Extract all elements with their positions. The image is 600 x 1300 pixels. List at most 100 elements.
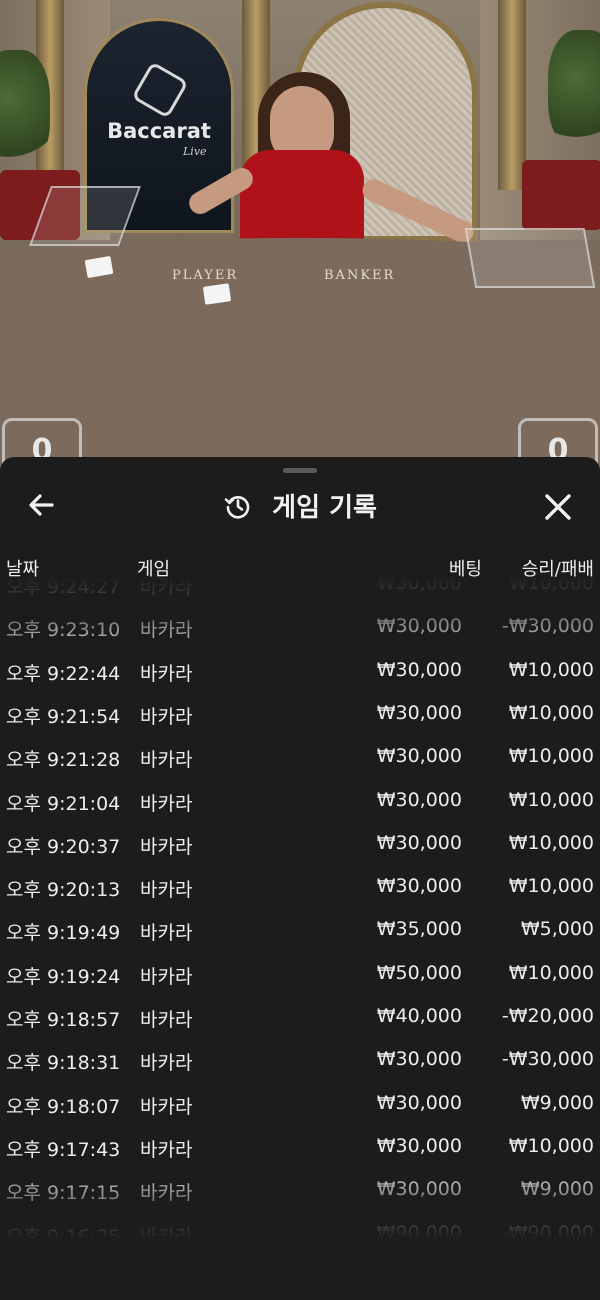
discard-tray: [464, 228, 596, 288]
history-row: 오후 9:19:49 바카라 ₩35,000 ₩5,000: [0, 910, 600, 950]
row-time: 오후 9:21:04: [6, 792, 121, 815]
history-row: 오후 9:20:13 바카라 ₩30,000 ₩10,000: [0, 867, 600, 907]
row-game: 바카라: [140, 662, 193, 685]
drag-handle[interactable]: [283, 468, 317, 473]
row-game: 바카라: [140, 1225, 193, 1248]
history-row: 오후 9:23:10 바카라 ₩30,000 -₩30,000: [0, 607, 600, 647]
logo-subtext: Live: [183, 145, 207, 158]
row-bet: ₩30,000: [376, 658, 462, 681]
history-row: 오후 9:18:07 바카라 ₩30,000 ₩9,000: [0, 1084, 600, 1124]
row-game: 바카라: [140, 792, 193, 815]
row-result: ₩10,000: [508, 577, 594, 594]
row-time: 오후 9:19:24: [6, 965, 121, 988]
history-list[interactable]: 오후 9:24:27 바카라 ₩30,000 ₩10,000 오후 9:23:10 바카라…: [0, 577, 600, 1257]
row-bet: ₩30,000: [376, 1091, 462, 1114]
history-row: 오후 9:19:24 바카라 ₩50,000 ₩10,000: [0, 954, 600, 994]
sheet-header: 게임 기록: [0, 479, 600, 533]
row-game: 바카라: [140, 922, 193, 945]
row-time: 오후 9:17:43: [6, 1138, 121, 1161]
row-result: ₩9,000: [520, 1178, 594, 1201]
gold-column: [498, 0, 526, 190]
history-row: 오후 9:21:54 바카라 ₩30,000 ₩10,000: [0, 694, 600, 734]
row-result: -₩30,000: [501, 1048, 594, 1071]
baccarat-logo-icon: [131, 61, 189, 119]
row-time: 오후 9:16:25: [6, 1225, 121, 1248]
player-label: PLAYER: [172, 268, 239, 283]
row-bet: ₩30,000: [376, 1134, 462, 1157]
row-bet: ₩30,000: [376, 788, 462, 811]
history-row: 오후 9:16:25 바카라 ₩90,000 -₩90,000: [0, 1214, 600, 1254]
row-bet: ₩30,000: [376, 875, 462, 898]
plant-decoration: [548, 30, 600, 150]
game-history-sheet: 게임 기록 날짜 게임 베팅 승리/패배 오후 9:24:27 바카라 ₩30,00…: [0, 457, 600, 1300]
row-game: 바카라: [140, 965, 193, 988]
row-game: 바카라: [140, 749, 193, 772]
row-bet: ₩30,000: [376, 701, 462, 724]
row-result: -₩20,000: [501, 1005, 594, 1027]
row-result: ₩5,000: [520, 918, 594, 941]
row-result: ₩10,000: [508, 701, 594, 724]
row-bet: ₩50,000: [376, 961, 462, 984]
row-bet: ₩30,000: [376, 1048, 462, 1071]
row-game: 바카라: [140, 879, 193, 902]
row-time: 오후 9:18:31: [6, 1052, 121, 1075]
row-time: 오후 9:24:27: [6, 577, 121, 598]
row-time: 오후 9:21:28: [6, 749, 121, 772]
row-bet: ₩40,000: [376, 1005, 462, 1027]
row-bet: ₩30,000: [376, 831, 462, 854]
row-game: 바카라: [140, 1052, 193, 1075]
row-game: 바카라: [140, 1095, 193, 1118]
history-row: 오후 9:24:27 바카라 ₩30,000 ₩10,000: [0, 577, 600, 604]
history-row: 오후 9:17:43 바카라 ₩30,000 ₩10,000: [0, 1127, 600, 1167]
row-bet: ₩90,000: [376, 1221, 462, 1244]
row-result: -₩30,000: [501, 615, 594, 638]
row-time: 오후 9:19:49: [6, 922, 121, 945]
row-game: 바카라: [140, 577, 193, 598]
row-time: 오후 9:20:13: [6, 879, 121, 902]
row-time: 오후 9:18:07: [6, 1095, 121, 1118]
row-time: 오후 9:20:37: [6, 835, 121, 858]
row-time: 오후 9:18:57: [6, 1009, 121, 1031]
row-result: ₩10,000: [508, 788, 594, 811]
red-chair: [522, 160, 600, 230]
close-button[interactable]: [538, 487, 578, 527]
row-result: ₩10,000: [508, 1134, 594, 1157]
row-result: ₩10,000: [508, 658, 594, 681]
history-row: 오후 9:22:44 바카라 ₩30,000 ₩10,000: [0, 651, 600, 691]
row-time: 오후 9:21:54: [6, 705, 121, 728]
history-row: 오후 9:18:57 바카라 ₩40,000 -₩20,000: [0, 997, 600, 1037]
row-time: 오후 9:22:44: [6, 662, 121, 685]
row-game: 바카라: [140, 619, 193, 642]
plant-decoration: [0, 50, 50, 170]
row-result: ₩10,000: [508, 961, 594, 984]
history-icon: [224, 495, 250, 519]
history-row: 오후 9:18:31 바카라 ₩30,000 -₩30,000: [0, 1040, 600, 1080]
playing-card: [202, 283, 232, 305]
row-result: -₩90,000: [501, 1221, 594, 1244]
history-row: 오후 9:21:04 바카라 ₩30,000 ₩10,000: [0, 781, 600, 821]
row-result: ₩10,000: [508, 745, 594, 768]
sheet-title: 게임 기록: [272, 493, 377, 523]
row-result: ₩9,000: [520, 1091, 594, 1114]
close-icon: [545, 494, 571, 520]
row-result: ₩10,000: [508, 875, 594, 898]
row-game: 바카라: [140, 1138, 193, 1161]
history-row: 오후 9:21:28 바카라 ₩30,000 ₩10,000: [0, 737, 600, 777]
history-row: 오후 9:20:37 바카라 ₩30,000 ₩10,000: [0, 824, 600, 864]
row-game: 바카라: [140, 1182, 193, 1205]
row-time: 오후 9:23:10: [6, 619, 121, 642]
banker-label: BANKER: [324, 268, 396, 283]
live-video-feed: Baccarat Live PLAYER BANKER 0 0: [0, 0, 600, 470]
row-time: 오후 9:17:15: [6, 1182, 121, 1205]
row-bet: ₩30,000: [376, 615, 462, 638]
row-bet: ₩35,000: [376, 918, 462, 941]
sheet-title-group: 게임 기록: [0, 487, 600, 524]
row-game: 바카라: [140, 705, 193, 728]
row-game: 바카라: [140, 1009, 193, 1031]
dealer-dress: [240, 150, 364, 250]
logo-text: Baccarat: [107, 119, 211, 143]
history-row: 오후 9:17:15 바카라 ₩30,000 ₩9,000: [0, 1170, 600, 1210]
row-result: ₩10,000: [508, 831, 594, 854]
row-bet: ₩30,000: [376, 1178, 462, 1201]
row-bet: ₩30,000: [376, 745, 462, 768]
